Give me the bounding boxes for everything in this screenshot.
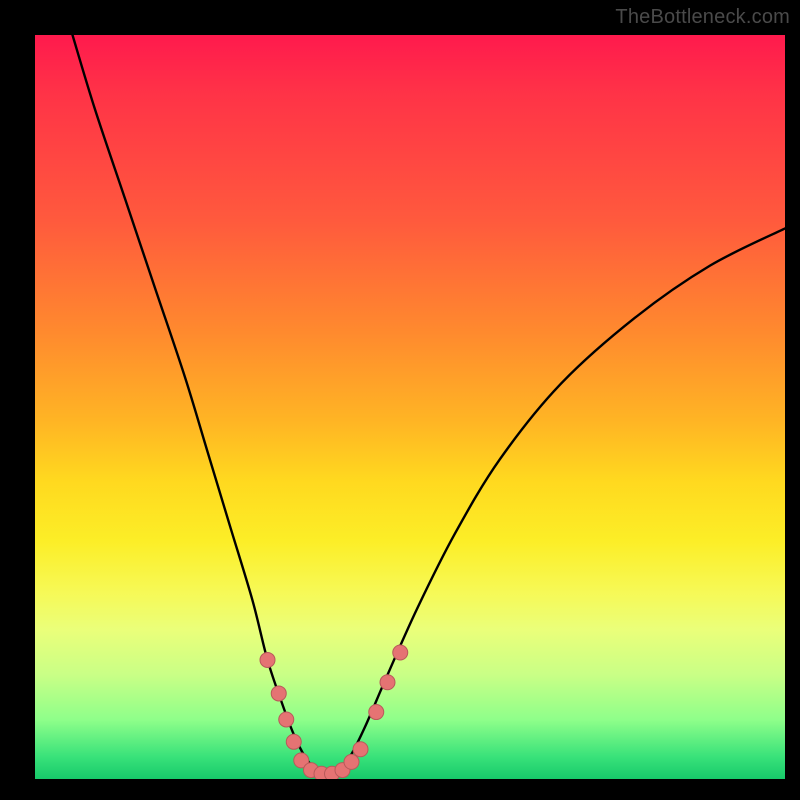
bottleneck-curve-svg	[35, 35, 785, 779]
curve-marker	[260, 652, 275, 667]
chart-frame: TheBottleneck.com	[0, 0, 800, 800]
curve-marker	[271, 686, 286, 701]
curve-marker	[286, 734, 301, 749]
curve-marker	[279, 712, 294, 727]
watermark-text: TheBottleneck.com	[615, 6, 790, 29]
curve-marker	[353, 742, 368, 757]
curve-markers	[260, 645, 408, 779]
curve-marker	[380, 675, 395, 690]
bottleneck-curve	[73, 35, 786, 775]
plot-area	[35, 35, 785, 779]
curve-marker	[393, 645, 408, 660]
curve-marker	[344, 754, 359, 769]
curve-marker	[369, 705, 384, 720]
